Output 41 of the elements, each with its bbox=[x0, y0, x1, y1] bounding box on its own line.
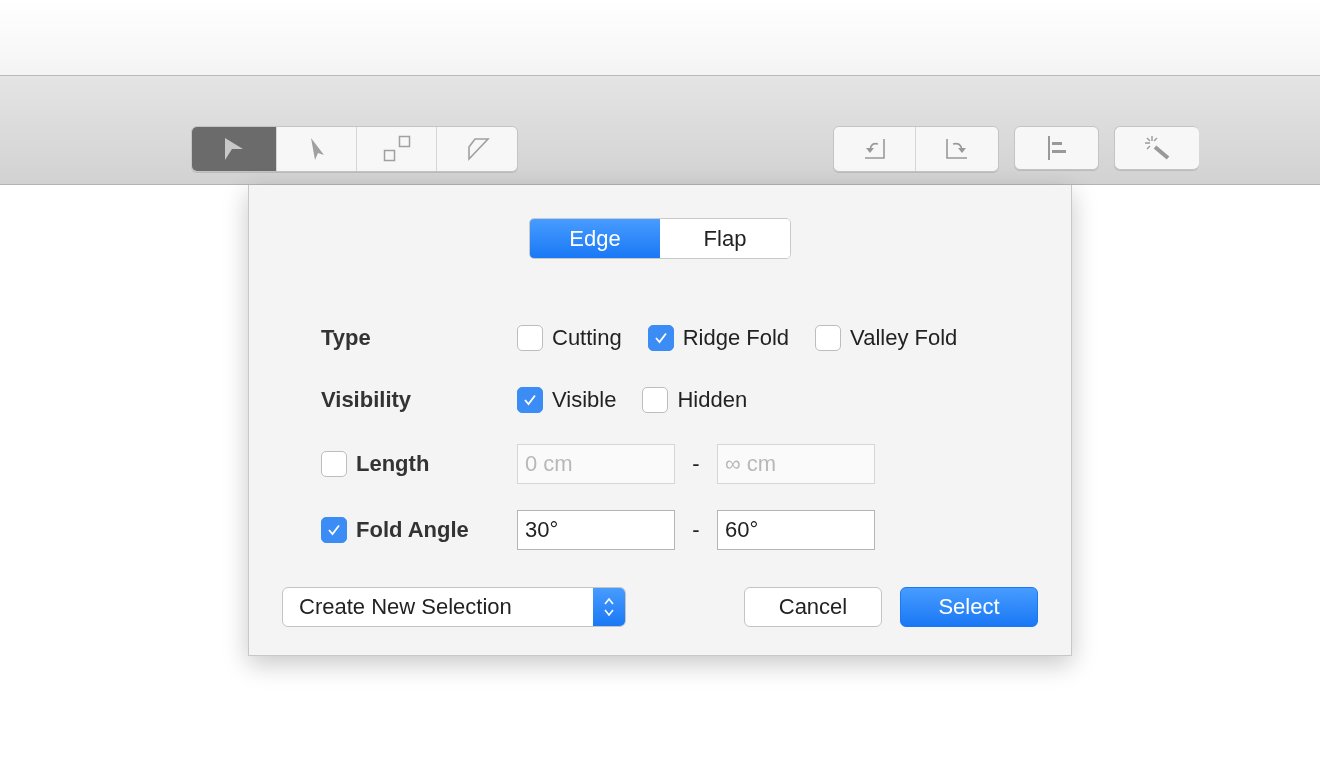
tool-button[interactable] bbox=[192, 127, 277, 171]
tool-button[interactable] bbox=[1014, 126, 1099, 170]
selection-mode-dropdown[interactable]: Create New Selection bbox=[282, 587, 626, 627]
checkbox-label: Cutting bbox=[552, 325, 622, 351]
tool-button[interactable] bbox=[357, 127, 437, 171]
input-field[interactable]: 30° bbox=[517, 510, 675, 550]
checkmark-icon bbox=[523, 394, 537, 406]
up-down-chevron-icon bbox=[603, 596, 615, 618]
checkbox-label: Visible bbox=[552, 387, 617, 413]
type-label: Type bbox=[321, 324, 372, 352]
range-separator: - bbox=[691, 517, 701, 543]
range-separator: - bbox=[691, 451, 701, 477]
tool-button[interactable] bbox=[277, 127, 357, 171]
checkbox[interactable] bbox=[642, 387, 669, 413]
segment-tab[interactable]: Flap bbox=[660, 219, 790, 258]
checkbox[interactable] bbox=[321, 451, 347, 477]
dialog-button[interactable]: Cancel bbox=[744, 587, 882, 627]
checkbox[interactable] bbox=[517, 325, 543, 351]
checkbox[interactable] bbox=[321, 517, 347, 543]
magic-wand-icon bbox=[1143, 135, 1171, 161]
checkmark-icon bbox=[327, 524, 341, 536]
checkbox-label: Ridge Fold bbox=[682, 325, 790, 351]
rotate-right-icon bbox=[944, 138, 970, 160]
checkbox-label: Hidden bbox=[677, 387, 748, 413]
checkbox[interactable] bbox=[815, 325, 842, 351]
tool-button[interactable] bbox=[916, 127, 998, 171]
checkbox-label: Valley Fold bbox=[850, 325, 958, 351]
squares-icon bbox=[382, 135, 411, 163]
tool-button[interactable] bbox=[437, 127, 517, 171]
arrow-icon bbox=[224, 137, 244, 161]
checkmark-icon bbox=[653, 332, 668, 344]
pointer-icon bbox=[308, 137, 325, 161]
tool-button[interactable] bbox=[1114, 126, 1199, 170]
checkbox[interactable] bbox=[647, 325, 674, 351]
tool-button[interactable] bbox=[834, 127, 916, 171]
checkbox-label: Length bbox=[356, 451, 430, 477]
visibility-label: Visibility bbox=[321, 386, 413, 414]
checkbox-label: Fold Angle bbox=[356, 517, 469, 543]
checkbox[interactable] bbox=[517, 387, 543, 413]
align-left-icon bbox=[1045, 135, 1068, 161]
input-field[interactable]: 60° bbox=[717, 510, 875, 550]
